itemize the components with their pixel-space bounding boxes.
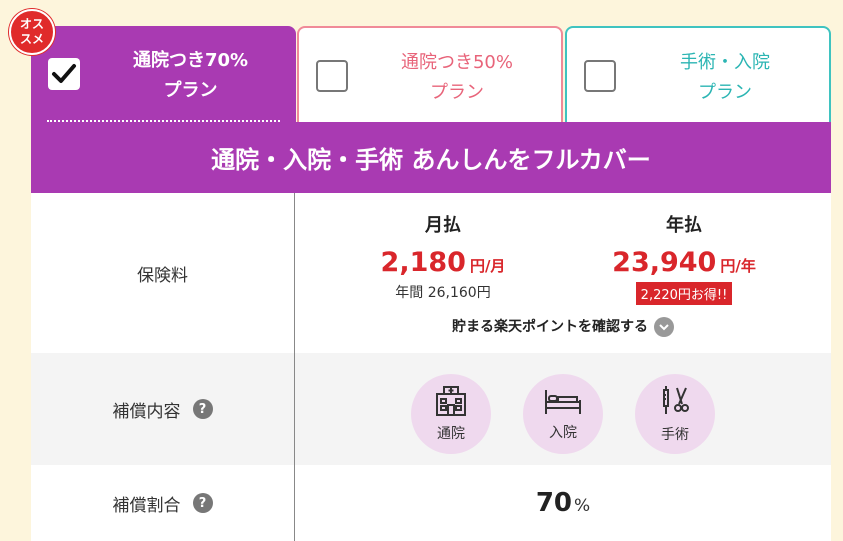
checkbox-plan-50[interactable]	[316, 60, 348, 92]
tab-label: 手術・入院 プラン	[680, 52, 770, 103]
bed-icon	[545, 390, 581, 414]
points-link-text[interactable]: 貯まる楽天ポイントを確認する	[452, 319, 648, 335]
tab-plan-surgery-hospitalization[interactable]: 手術・入院 プラン	[565, 26, 831, 122]
tab-plan-70[interactable]: 通院つき70% プラン	[31, 26, 296, 122]
surgery-icon	[663, 386, 689, 414]
annual-total: 年間 26,160円	[395, 285, 491, 301]
monthly-unit: 円/月	[469, 257, 506, 275]
ratio-number: 70	[535, 488, 573, 518]
ratio-value: 70%	[295, 465, 831, 541]
yearly-heading: 年払	[666, 215, 702, 236]
tab-label: 通院つき50% プラン	[400, 52, 513, 103]
yearly-amount: 23,940	[612, 247, 717, 278]
recommended-badge: オス スメ	[9, 9, 55, 55]
coverage-label: 補償内容	[112, 401, 181, 422]
checkmark-icon	[52, 64, 76, 83]
chevron-down-icon[interactable]	[654, 317, 674, 337]
plan-details-table: 保険料 月払 2,180 円/月 年間 26,160円 年払 23,940 円/年 …	[31, 193, 831, 541]
yearly-unit: 円/年	[720, 257, 756, 275]
coverage-item-label: 手術	[661, 427, 689, 443]
coverage-outpatient: 通院	[411, 374, 491, 454]
help-icon[interactable]: ?	[192, 399, 213, 419]
coverage-row: 補償内容? 通院 入院 手術	[31, 353, 831, 465]
monthly-amount: 2,180	[380, 247, 466, 278]
coverage-ratio-row: 補償割合? 70%	[31, 465, 831, 541]
coverage-item-label: 入院	[549, 425, 577, 441]
plan-headline: 通院・入院・手術 あんしんをフルカバー	[31, 122, 831, 193]
coverage-item-label: 通院	[437, 426, 465, 442]
column-divider	[294, 193, 295, 541]
yearly-payment: 年払 23,940 円/年 2,220円お得!!	[554, 211, 814, 305]
premium-label: 保険料	[137, 265, 188, 286]
ratio-unit: %	[574, 496, 591, 516]
hospital-icon	[436, 386, 466, 416]
checkbox-plan-70[interactable]	[48, 58, 80, 90]
help-icon[interactable]: ?	[192, 493, 213, 513]
coverage-surgery: 手術	[635, 374, 715, 454]
premium-row: 保険料 月払 2,180 円/月 年間 26,160円 年払 23,940 円/年 …	[31, 193, 831, 353]
points-link[interactable]: 貯まる楽天ポイントを確認する	[295, 316, 831, 337]
monthly-payment: 月払 2,180 円/月 年間 26,160円	[313, 211, 573, 302]
ratio-label: 補償割合	[112, 495, 181, 516]
savings-badge: 2,220円お得!!	[635, 282, 733, 305]
checkbox-plan-surgery[interactable]	[584, 60, 616, 92]
tab-label: 通院つき70% プラン	[132, 50, 249, 101]
coverage-hospitalization: 入院	[523, 374, 603, 454]
monthly-heading: 月払	[425, 215, 461, 236]
tab-plan-50[interactable]: 通院つき50% プラン	[297, 26, 563, 122]
